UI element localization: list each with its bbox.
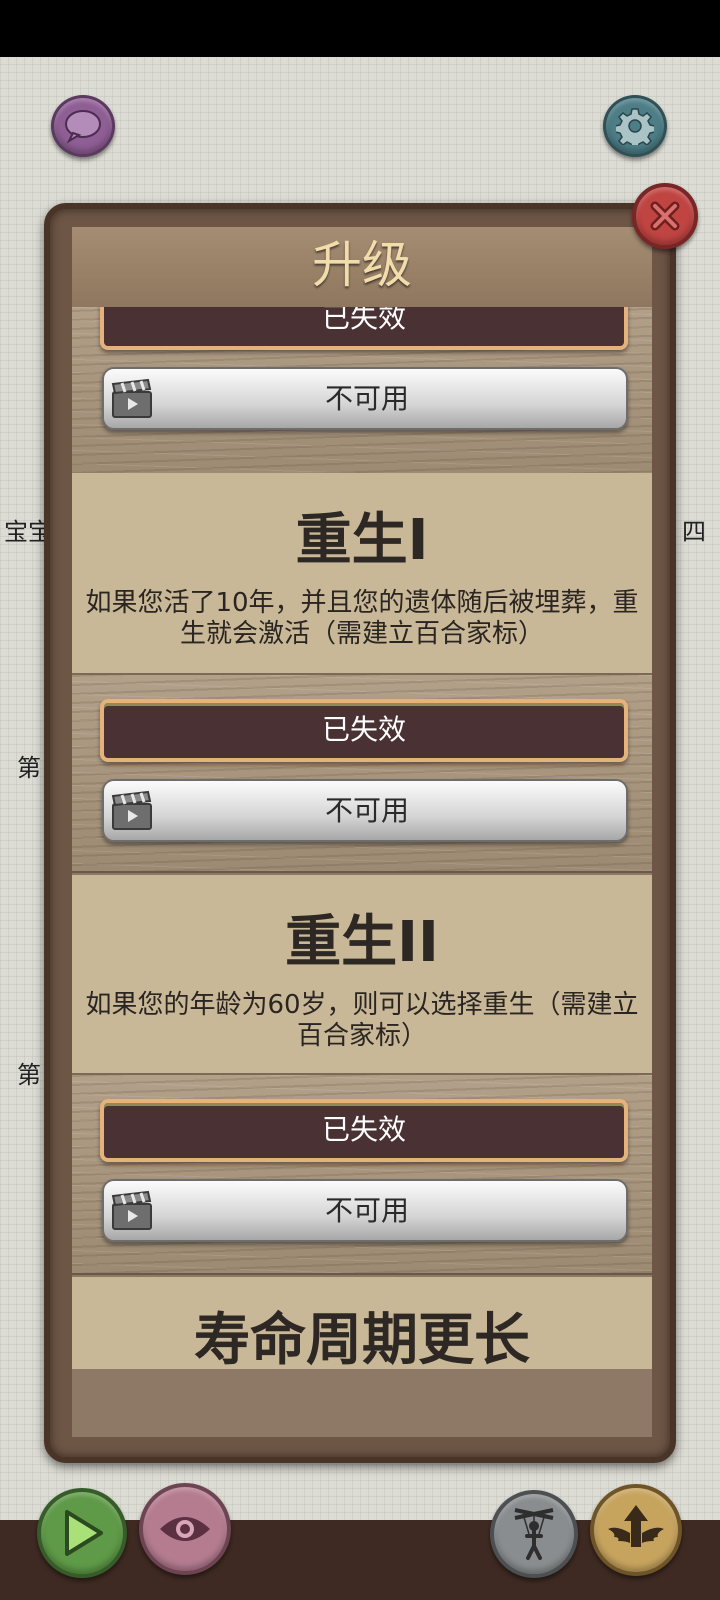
background-text: 第	[17, 754, 41, 782]
puppet-button[interactable]	[490, 1490, 578, 1578]
video-button-label: 不可用	[324, 1194, 409, 1227]
upgrade-title: 寿命周期更长	[194, 1308, 530, 1373]
upgrade-actions-panel: 已失效 不可用	[72, 1073, 652, 1275]
status-button[interactable]: 已失效	[100, 699, 628, 762]
upgrade-list[interactable]: 已失效 不可用 升级 重生I 如果您活了10年，并且您的遗体随后被埋葬，重生就会…	[72, 227, 652, 1437]
winged-arrow-icon	[608, 1505, 664, 1547]
video-button-label: 不可用	[324, 794, 409, 827]
watch-video-button[interactable]: 不可用	[102, 779, 628, 842]
upgrade-description: 如果您活了10年，并且您的遗体随后被埋葬，重生就会激活（需建立百合家标）	[85, 588, 639, 649]
settings-button[interactable]	[603, 95, 667, 157]
puppet-icon	[514, 1508, 554, 1560]
close-icon	[650, 201, 680, 231]
view-button[interactable]	[139, 1483, 231, 1575]
background-text: 第	[17, 1061, 41, 1089]
upgrade-modal: 已失效 不可用 升级 重生I 如果您活了10年，并且您的遗体随后被埋葬，重生就会…	[44, 203, 676, 1463]
eye-icon	[160, 1517, 210, 1541]
upgrade-card: 重生I 如果您活了10年，并且您的遗体随后被埋葬，重生就会激活（需建立百合家标）	[72, 473, 652, 673]
upgrade-description: 如果您的年龄为60岁，则可以选择重生（需建立百合家标）	[85, 990, 639, 1051]
upgrade-title: 重生II	[285, 910, 439, 975]
watch-video-button[interactable]: 不可用	[102, 1179, 628, 1242]
chat-bubble-icon	[65, 110, 101, 144]
play-icon	[65, 1510, 103, 1556]
status-button[interactable]: 已失效	[100, 1099, 628, 1162]
video-button-label: 不可用	[324, 382, 409, 415]
chat-button[interactable]	[51, 95, 115, 157]
upgrade-title: 重生I	[295, 508, 429, 573]
upgrade-actions-panel: 已失效 不可用	[72, 673, 652, 873]
background-text: 四	[682, 518, 706, 546]
upgrade-card: 寿命周期更长	[72, 1277, 652, 1373]
close-button[interactable]	[632, 183, 698, 249]
upgrade-actions-panel: 已失效 不可用	[72, 287, 652, 479]
modal-title: 升级	[72, 227, 652, 307]
system-status-bar	[0, 0, 720, 57]
upgrade-card: 重生II 如果您的年龄为60岁，则可以选择重生（需建立百合家标）	[72, 875, 652, 1073]
upgrade-button[interactable]	[590, 1484, 682, 1576]
gear-icon	[616, 108, 654, 145]
watch-video-button[interactable]: 不可用	[102, 367, 628, 430]
play-button[interactable]	[37, 1488, 127, 1578]
